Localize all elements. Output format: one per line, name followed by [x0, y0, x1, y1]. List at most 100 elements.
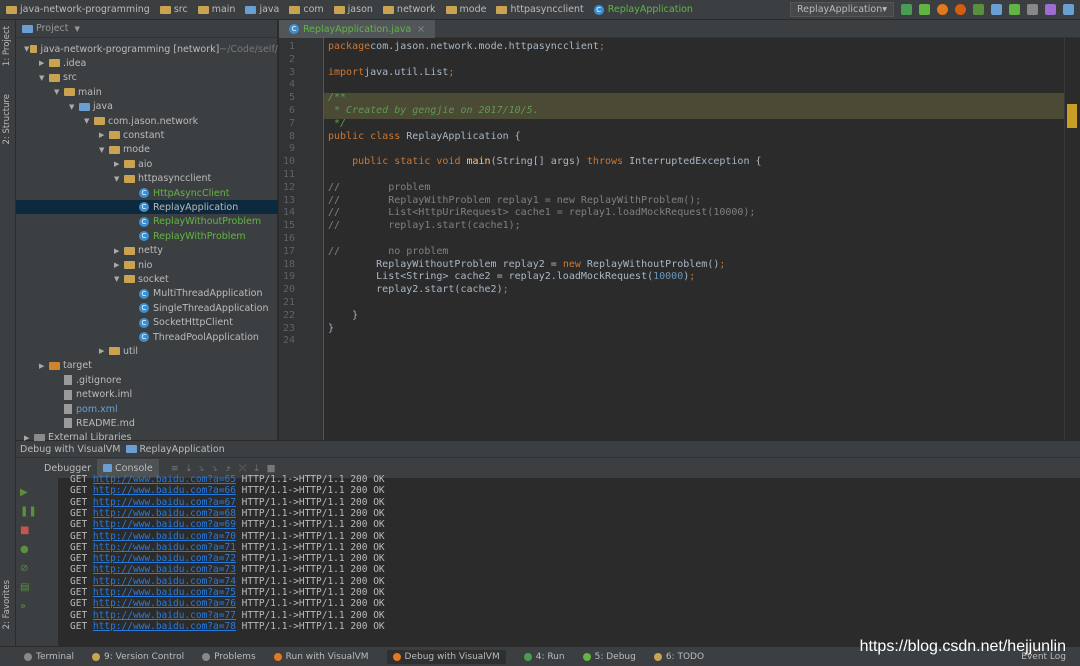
tree-item[interactable]: ▼ main — [16, 85, 278, 99]
console-link[interactable]: http://www.baidu.com?a=78 — [93, 621, 236, 632]
project-view-selector[interactable]: Project — [36, 23, 69, 34]
breadcrumb-item[interactable]: java — [245, 4, 279, 15]
tool-window-button[interactable]: Run with VisualVM — [273, 652, 369, 662]
tree-item[interactable]: ▶ nio — [16, 258, 278, 272]
history-icon[interactable] — [1027, 4, 1038, 15]
console-link[interactable]: http://www.baidu.com?a=73 — [93, 564, 236, 575]
tree-item[interactable]: ▼ socket — [16, 272, 278, 286]
tree-item[interactable]: ▶ .idea — [16, 56, 278, 70]
tool-window-button[interactable]: 9: Version Control — [92, 652, 184, 662]
chevron-right-icon[interactable]: ▶ — [114, 261, 124, 269]
chevron-right-icon[interactable]: ▶ — [114, 160, 124, 168]
console-link[interactable]: http://www.baidu.com?a=75 — [93, 587, 236, 598]
tool-window-button[interactable]: 4: Run — [523, 652, 565, 662]
console-link[interactable]: http://www.baidu.com?a=71 — [93, 542, 236, 553]
chevron-down-icon[interactable]: ▼ — [84, 117, 94, 125]
chevron-right-icon[interactable]: ▶ — [99, 131, 109, 139]
debug-visualvm-icon[interactable] — [955, 4, 966, 15]
tool-window-button[interactable]: Problems — [202, 652, 256, 662]
tree-item[interactable]: ▶ netty — [16, 244, 278, 258]
run-visualvm-icon[interactable] — [937, 4, 948, 15]
console-link[interactable]: http://www.baidu.com?a=65 — [93, 474, 236, 485]
tree-item[interactable]: C ThreadPoolApplication — [16, 330, 278, 344]
chevron-down-icon[interactable]: ▼ — [69, 103, 79, 111]
breadcrumb-item[interactable]: main — [197, 4, 235, 15]
chevron-down-icon[interactable]: ▼ — [114, 275, 124, 283]
editor-scrollbar[interactable] — [1064, 38, 1080, 440]
http-result: HTTP/1.1->HTTP/1.1 200 OK — [241, 553, 385, 565]
tree-item[interactable]: network.iml — [16, 388, 278, 402]
console-link[interactable]: http://www.baidu.com?a=69 — [93, 519, 236, 530]
tree-item[interactable]: ▶ target — [16, 359, 278, 373]
tool-window-button[interactable]: Terminal — [24, 652, 74, 662]
tree-item[interactable]: ▶ constant — [16, 128, 278, 142]
tree-item[interactable]: .gitignore — [16, 373, 278, 387]
tree-item[interactable]: pom.xml — [16, 402, 278, 416]
run-icon[interactable] — [901, 4, 912, 15]
tree-item[interactable]: C SocketHttpClient — [16, 316, 278, 330]
revert-icon[interactable] — [1045, 4, 1056, 15]
tree-item[interactable]: C SingleThreadApplication — [16, 301, 278, 315]
code-editor[interactable]: packagecom.jason.network.mode.httpasyncc… — [324, 38, 1064, 440]
structure-icon[interactable] — [1063, 4, 1074, 15]
close-icon[interactable]: × — [417, 24, 425, 35]
tree-item[interactable]: ▼ java — [16, 100, 278, 114]
tree-item[interactable]: C ReplayWithoutProblem — [16, 215, 278, 229]
tree-item[interactable]: ▼ src — [16, 71, 278, 85]
run-config-select[interactable]: ReplayApplication ▾ — [790, 2, 894, 17]
chevron-right-icon[interactable]: ▶ — [114, 247, 124, 255]
tool-tab-structure[interactable]: 2: Structure — [2, 94, 12, 145]
tool-tab-project[interactable]: 1: Project — [2, 26, 12, 66]
breadcrumb-item[interactable]: httpasyncclient — [496, 4, 584, 15]
console-link[interactable]: http://www.baidu.com?a=66 — [93, 485, 236, 496]
tree-item[interactable]: ▼ java-network-programming [network] ~/Co… — [16, 42, 278, 56]
tree-item[interactable]: C HttpAsyncClient — [16, 186, 278, 200]
tool-tab-favorites[interactable]: 2: Favorites — [2, 580, 12, 629]
tree-item[interactable]: ▼ httpasyncclient — [16, 172, 278, 186]
vcs-commit-icon[interactable] — [1009, 4, 1020, 15]
tree-item[interactable]: ▼ com.jason.network — [16, 114, 278, 128]
tree-item[interactable]: README.md — [16, 416, 278, 430]
breadcrumb-item[interactable]: network — [382, 4, 436, 15]
chevron-down-icon[interactable]: ▼ — [99, 146, 109, 154]
tool-window-button[interactable]: 6: TODO — [653, 652, 704, 662]
vcs-update-icon[interactable] — [991, 4, 1002, 15]
coverage-icon[interactable] — [973, 4, 984, 15]
tree-item[interactable]: C MultiThreadApplication — [16, 287, 278, 301]
breadcrumb-item[interactable]: com — [289, 4, 324, 15]
tree-item[interactable]: C ReplayApplication — [16, 200, 278, 215]
breadcrumb-item[interactable]: src — [159, 4, 188, 15]
chevron-right-icon[interactable]: ▶ — [39, 362, 49, 370]
chevron-right-icon[interactable]: ▶ — [39, 59, 49, 67]
chevron-down-icon[interactable]: ▼ — [39, 74, 49, 82]
line-number: 2 — [288, 53, 295, 65]
breadcrumb-item[interactable]: jason — [333, 4, 373, 15]
tool-window-button[interactable]: 5: Debug — [582, 652, 636, 662]
tab-replayapplication[interactable]: C ReplayApplication.java × — [279, 20, 436, 38]
chevron-right-icon[interactable]: ▶ — [99, 347, 109, 355]
warning-marker[interactable] — [1067, 104, 1077, 128]
tree-item[interactable]: C ReplayWithProblem — [16, 229, 278, 243]
breadcrumb-item[interactable]: java-network-programming — [6, 4, 150, 15]
console-link[interactable]: http://www.baidu.com?a=74 — [93, 576, 236, 587]
code-line: } — [328, 310, 358, 321]
console-link[interactable]: http://www.baidu.com?a=76 — [93, 598, 236, 609]
tree-item[interactable]: ▶ aio — [16, 157, 278, 171]
console-link[interactable]: http://www.baidu.com?a=70 — [93, 531, 236, 542]
tree-item[interactable]: ▼ mode — [16, 143, 278, 157]
console-link[interactable]: http://www.baidu.com?a=72 — [93, 553, 236, 564]
breadcrumb-item[interactable]: C ReplayApplication — [593, 4, 693, 15]
tree-item[interactable]: ▶ util — [16, 344, 278, 358]
console-link[interactable]: http://www.baidu.com?a=67 — [93, 497, 236, 508]
console-link[interactable]: http://www.baidu.com?a=68 — [93, 508, 236, 519]
debug-icon[interactable] — [919, 4, 930, 15]
breadcrumb-item[interactable]: mode — [445, 4, 486, 15]
chevron-down-icon[interactable]: ▼ — [75, 25, 80, 33]
debug-step-toolbar[interactable]: ≡⤓⤵⤵⤴⤫⤓■ — [171, 463, 284, 474]
tool-window-button[interactable]: Debug with VisualVM — [386, 649, 506, 664]
chevron-down-icon[interactable]: ▼ — [114, 175, 124, 183]
debug-side-toolbar[interactable]: ▶ ❚❚ ■ ● ⊘ ▤» — [20, 483, 37, 616]
chevron-down-icon[interactable]: ▼ — [54, 88, 64, 96]
console-link[interactable]: http://www.baidu.com?a=77 — [93, 610, 236, 621]
code-line: */ — [328, 118, 346, 129]
